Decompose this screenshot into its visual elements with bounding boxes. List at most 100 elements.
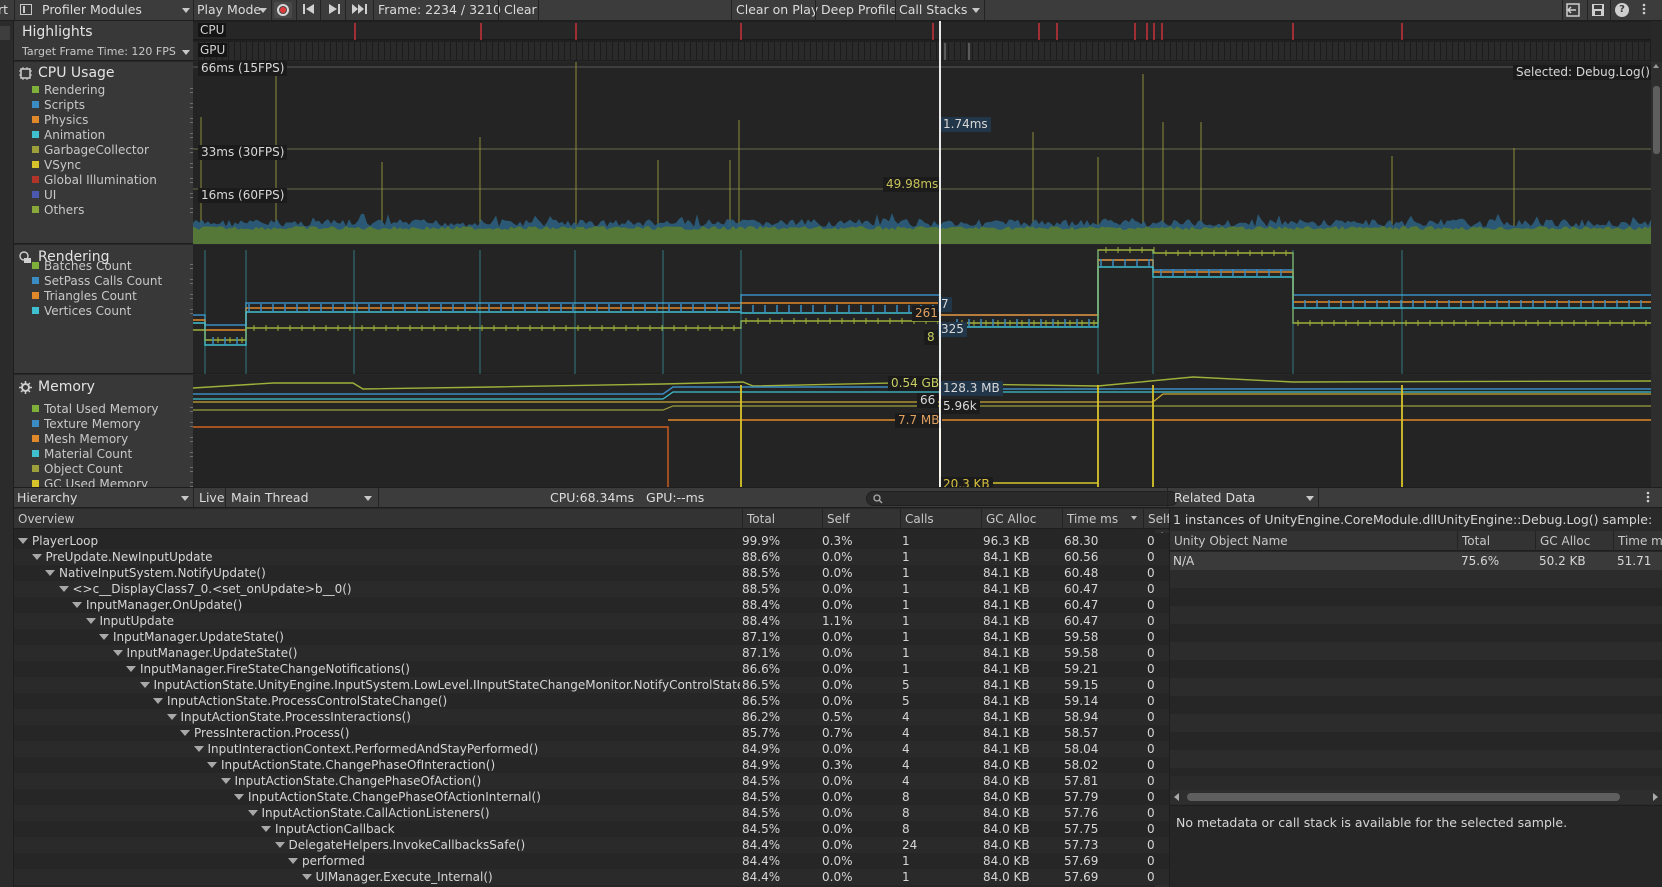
expand-arrow-icon[interactable] bbox=[126, 666, 136, 672]
thread-dropdown[interactable]: Main Thread bbox=[231, 488, 309, 508]
table-row[interactable]: NativeInputSystem.NotifyUpdate() 88.5% 0.0… bbox=[14, 565, 1169, 581]
column-object-name[interactable]: Unity Object Name bbox=[1170, 531, 1288, 551]
expand-arrow-icon[interactable] bbox=[18, 538, 28, 544]
expand-arrow-icon[interactable] bbox=[31, 554, 42, 560]
expand-arrow-icon[interactable] bbox=[207, 762, 217, 768]
table-row[interactable]: PlayerLoop 99.9% 0.3% 1 96.3 KB 68.30 0 bbox=[14, 533, 1169, 549]
table-row[interactable]: InputInteractionContext.PerformedAndStay… bbox=[14, 741, 1169, 757]
table-row[interactable]: InputManager.UpdateState() 87.1% 0.0% 1 84.1… bbox=[14, 629, 1169, 645]
column-total[interactable]: Total bbox=[1457, 531, 1490, 551]
expand-arrow-icon[interactable] bbox=[166, 714, 177, 720]
cpu-usage-panel[interactable]: CPU Usage Rendering Scripts Physics Animati… bbox=[14, 62, 202, 244]
legend-item[interactable]: Triangles Count bbox=[32, 289, 137, 304]
legend-item[interactable]: Object Count bbox=[32, 462, 123, 477]
column-self-ms[interactable]: Self bbox=[1143, 509, 1171, 529]
next-frame-button[interactable] bbox=[328, 0, 340, 20]
previous-frame-button[interactable] bbox=[303, 0, 315, 20]
live-toggle[interactable]: Live bbox=[199, 488, 225, 508]
play-mode-dropdown[interactable]: Play Mode bbox=[197, 0, 261, 20]
table-row[interactable]: InputActionState.ProcessControlStateChan… bbox=[14, 693, 1169, 709]
expand-arrow-icon[interactable] bbox=[247, 810, 258, 816]
column-self[interactable]: Self bbox=[822, 509, 850, 529]
deep-profile-toggle[interactable]: Deep Profile bbox=[821, 0, 897, 20]
legend-item[interactable]: GarbageCollector bbox=[32, 143, 149, 158]
table-row[interactable]: InputActionState.CallActionListeners() 84… bbox=[14, 805, 1169, 821]
table-row[interactable]: InputManager.UpdateState() 87.1% 0.0% 1 84.1… bbox=[14, 645, 1169, 661]
table-row[interactable]: InputActionCallback 84.5% 0.0% 8 84.0 KB 57.7… bbox=[14, 821, 1169, 837]
table-row[interactable]: InputActionState.UnityEngine.InputSystem… bbox=[14, 677, 1169, 693]
legend-item[interactable]: SetPass Calls Count bbox=[32, 274, 162, 289]
modules-scrollbar[interactable] bbox=[1651, 62, 1662, 487]
cpu-usage-graph[interactable]: 66ms (15FPS) 33ms (30FPS) 16ms (60FPS) S… bbox=[193, 61, 1653, 244]
expand-arrow-icon[interactable] bbox=[274, 842, 285, 848]
legend-item[interactable]: Total Used Memory bbox=[32, 402, 159, 417]
profiler-modules-dropdown[interactable]: Profiler Modules bbox=[42, 0, 142, 20]
legend-item[interactable]: Mesh Memory bbox=[32, 432, 128, 447]
frame-selection-line[interactable] bbox=[939, 21, 941, 487]
expand-arrow-icon[interactable] bbox=[234, 794, 244, 800]
clear-button[interactable]: Clear bbox=[504, 0, 537, 20]
clear-on-play-toggle[interactable]: Clear on Play bbox=[736, 0, 818, 20]
table-row[interactable]: DelegateHelpers.InvokeCallbacksSafe() 84.… bbox=[14, 837, 1169, 853]
related-hscrollbar[interactable] bbox=[1170, 790, 1662, 804]
chevron-down-icon[interactable] bbox=[182, 0, 190, 20]
table-row[interactable]: performed 84.4% 0.0% 1 84.0 KB 57.69 0 bbox=[14, 853, 1169, 869]
column-gc-alloc[interactable]: GC Alloc bbox=[981, 509, 1036, 529]
save-profile-icon[interactable] bbox=[1591, 3, 1605, 17]
window-layout-icon[interactable] bbox=[20, 4, 32, 15]
table-row[interactable]: PreUpdate.NewInputUpdate 88.6% 0.0% 1 84.1 K… bbox=[14, 549, 1169, 565]
legend-item[interactable]: GC Used Memory bbox=[32, 477, 148, 487]
expand-arrow-icon[interactable] bbox=[139, 682, 150, 688]
legend-item[interactable]: Texture Memory bbox=[32, 417, 141, 432]
chevron-down-icon[interactable] bbox=[972, 0, 980, 20]
table-row[interactable]: InputActionState.ChangePhaseOfActionInte… bbox=[14, 789, 1169, 805]
chevron-down-icon[interactable] bbox=[181, 488, 189, 508]
expand-arrow-icon[interactable] bbox=[261, 826, 271, 832]
table-row[interactable]: InputActionState.ChangePhaseOfInteractio… bbox=[14, 757, 1169, 773]
legend-item[interactable]: Material Count bbox=[32, 447, 132, 462]
call-stacks-toggle[interactable]: Call Stacks bbox=[899, 0, 967, 20]
related-data-dropdown[interactable]: Related Data bbox=[1174, 488, 1255, 508]
expand-arrow-icon[interactable] bbox=[99, 634, 109, 640]
related-row[interactable]: N/A 75.6% 50.2 KB 51.71 bbox=[1170, 552, 1662, 570]
chevron-down-icon[interactable] bbox=[259, 0, 267, 20]
table-row[interactable]: UIManager.Execute_Internal() 84.4% 0.0% 1 84… bbox=[14, 869, 1169, 885]
expand-arrow-icon[interactable] bbox=[220, 778, 231, 784]
legend-item[interactable]: Global Illumination bbox=[32, 173, 157, 188]
rendering-panel[interactable]: Rendering Batches Count SetPass Calls Cou… bbox=[14, 245, 202, 374]
legend-item[interactable]: Scripts bbox=[32, 98, 85, 113]
legend-item[interactable]: UI bbox=[32, 188, 56, 203]
table-row[interactable]: PressInteraction.Process() 85.7% 0.7% 4 84.1… bbox=[14, 725, 1169, 741]
last-frame-button[interactable] bbox=[352, 0, 368, 20]
expand-arrow-icon[interactable] bbox=[180, 730, 190, 736]
legend-item[interactable]: Rendering bbox=[32, 83, 105, 98]
expand-arrow-icon[interactable] bbox=[112, 650, 123, 656]
search-input[interactable] bbox=[866, 491, 1178, 506]
expand-arrow-icon[interactable] bbox=[153, 698, 163, 704]
column-time-ms[interactable]: Time m bbox=[1613, 531, 1662, 551]
record-button[interactable] bbox=[274, 2, 292, 18]
table-row[interactable]: InputManager.FireStateChangeNotification… bbox=[14, 661, 1169, 677]
table-row[interactable]: InputActionState.ProcessInteractions() 86… bbox=[14, 709, 1169, 725]
legend-item[interactable]: Physics bbox=[32, 113, 88, 128]
column-calls[interactable]: Calls bbox=[900, 509, 934, 529]
column-total[interactable]: Total bbox=[742, 509, 775, 529]
expand-arrow-icon[interactable] bbox=[72, 602, 82, 608]
expand-arrow-icon[interactable] bbox=[301, 874, 312, 880]
expand-arrow-icon[interactable] bbox=[288, 858, 298, 864]
table-row[interactable]: InputActionState.ChangePhaseOfAction() 84… bbox=[14, 773, 1169, 789]
column-gc-alloc[interactable]: GC Alloc bbox=[1535, 531, 1590, 551]
legend-item[interactable]: Vertices Count bbox=[32, 304, 131, 319]
expand-arrow-icon[interactable] bbox=[85, 618, 96, 624]
more-options-icon[interactable] bbox=[1646, 488, 1650, 508]
legend-item[interactable]: Others bbox=[32, 203, 84, 218]
rendering-graph[interactable]: 261 7 325 8 bbox=[193, 245, 1651, 374]
table-row[interactable]: InputUpdate 88.4% 1.1% 1 84.1 KB 60.47 0 bbox=[14, 613, 1169, 629]
more-options-icon[interactable] bbox=[1642, 0, 1646, 20]
legend-item[interactable]: VSync bbox=[32, 158, 81, 173]
legend-item[interactable]: Batches Count bbox=[32, 259, 132, 274]
help-icon[interactable]: ? bbox=[1615, 3, 1629, 17]
chevron-down-icon[interactable] bbox=[364, 488, 372, 508]
target-frame-time-dropdown[interactable]: Target Frame Time: 120 FPS bbox=[22, 45, 191, 58]
column-time-ms[interactable]: Time ms bbox=[1062, 509, 1118, 529]
